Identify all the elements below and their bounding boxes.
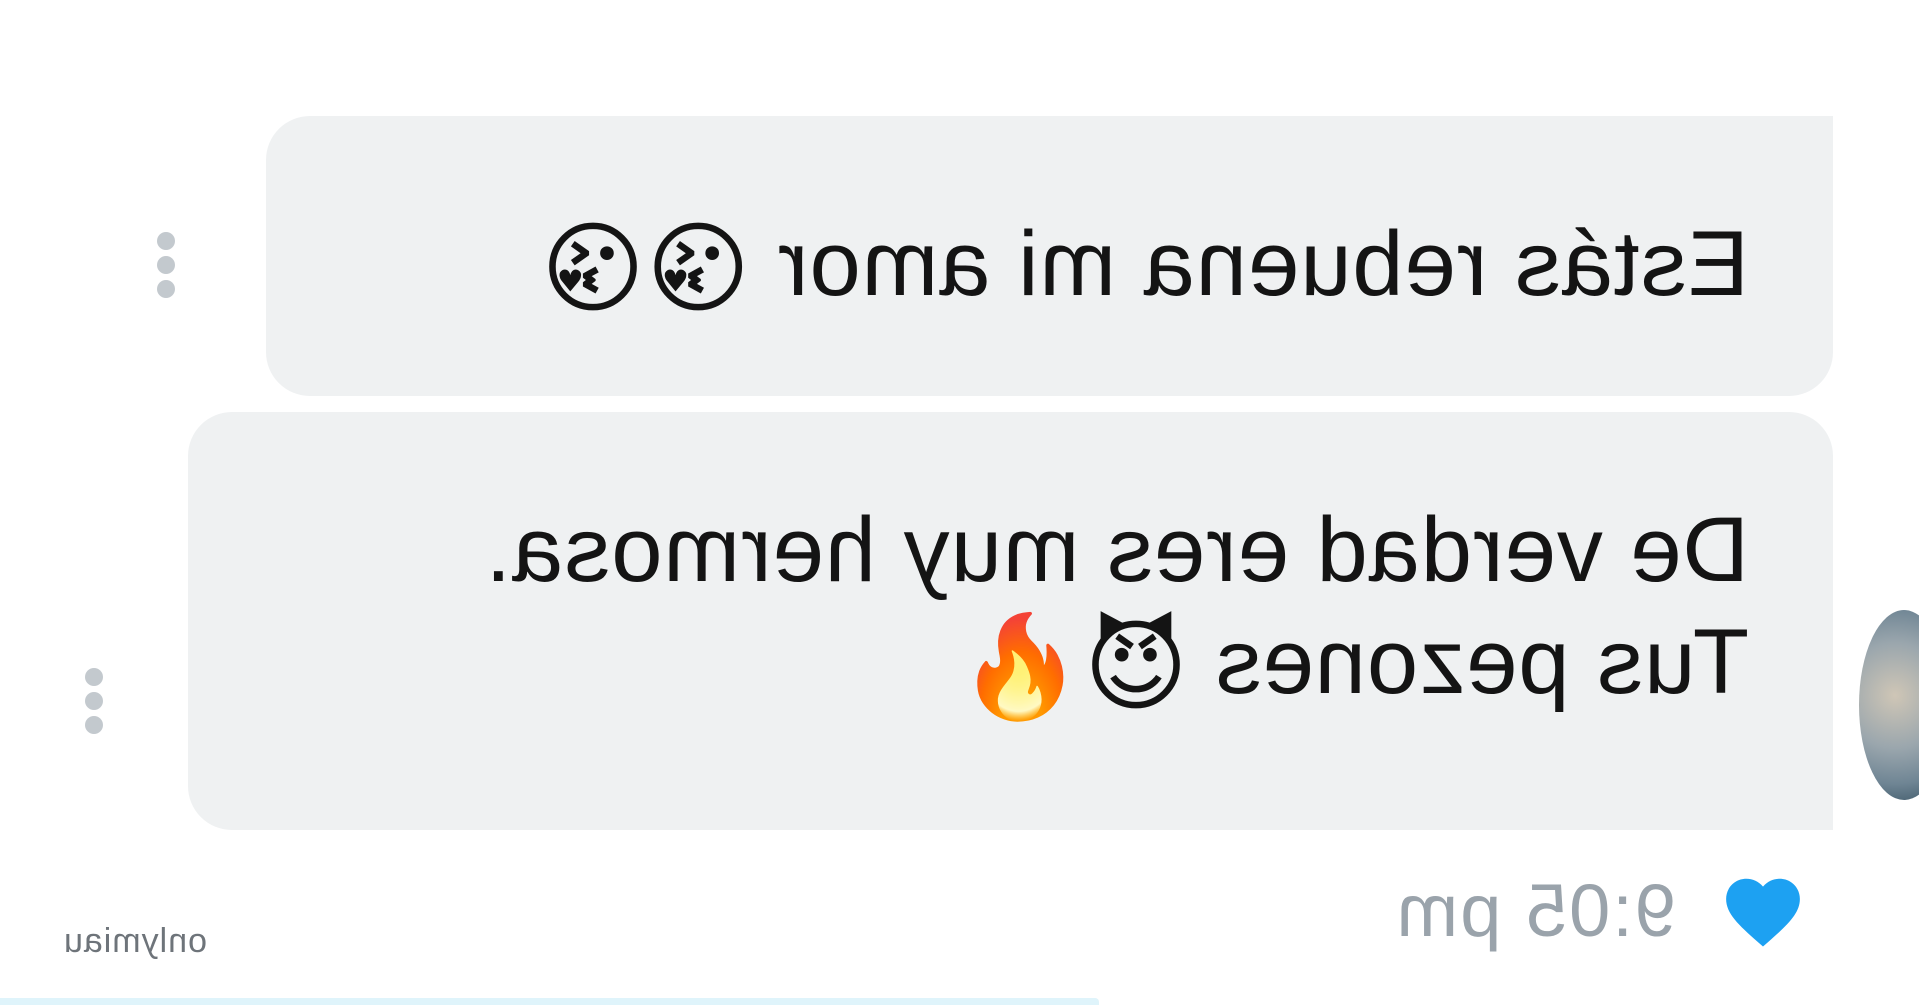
kebab-dot xyxy=(157,280,175,298)
kebab-dot xyxy=(85,716,103,734)
heart-icon[interactable] xyxy=(1720,871,1806,949)
kebab-dot xyxy=(157,256,175,274)
timestamp: 9:05 pm xyxy=(1394,868,1676,952)
watermark: onlymiau xyxy=(62,922,207,960)
message-text-line: De verdad eres muy hermosa. xyxy=(484,499,1749,601)
avatar[interactable] xyxy=(1859,610,1919,800)
message-bubble[interactable]: De verdad eres muy hermosa. Tus pezones … xyxy=(188,412,1833,830)
message-bubble[interactable]: Estás rebuena mi amor 😘😘 xyxy=(266,116,1833,396)
devil-fire-emoji: 😈🔥 xyxy=(957,611,1189,723)
chat-screen: Estás rebuena mi amor 😘😘 De verdad eres … xyxy=(0,0,1919,1005)
message-text-line: Tus pezones xyxy=(1188,611,1749,713)
message-meta: 9:05 pm xyxy=(1394,868,1806,952)
composer-edge xyxy=(0,998,1099,1005)
kebab-dot xyxy=(157,232,175,250)
kebab-dot xyxy=(85,668,103,686)
kissing-face-emoji: 😘😘 xyxy=(539,213,751,325)
message-options-button[interactable] xyxy=(83,668,103,740)
message-text: Estás rebuena mi amor xyxy=(750,213,1749,315)
mirrored-view: Estás rebuena mi amor 😘😘 De verdad eres … xyxy=(0,0,1919,1005)
message-options-button[interactable] xyxy=(155,232,175,304)
kebab-dot xyxy=(85,692,103,710)
